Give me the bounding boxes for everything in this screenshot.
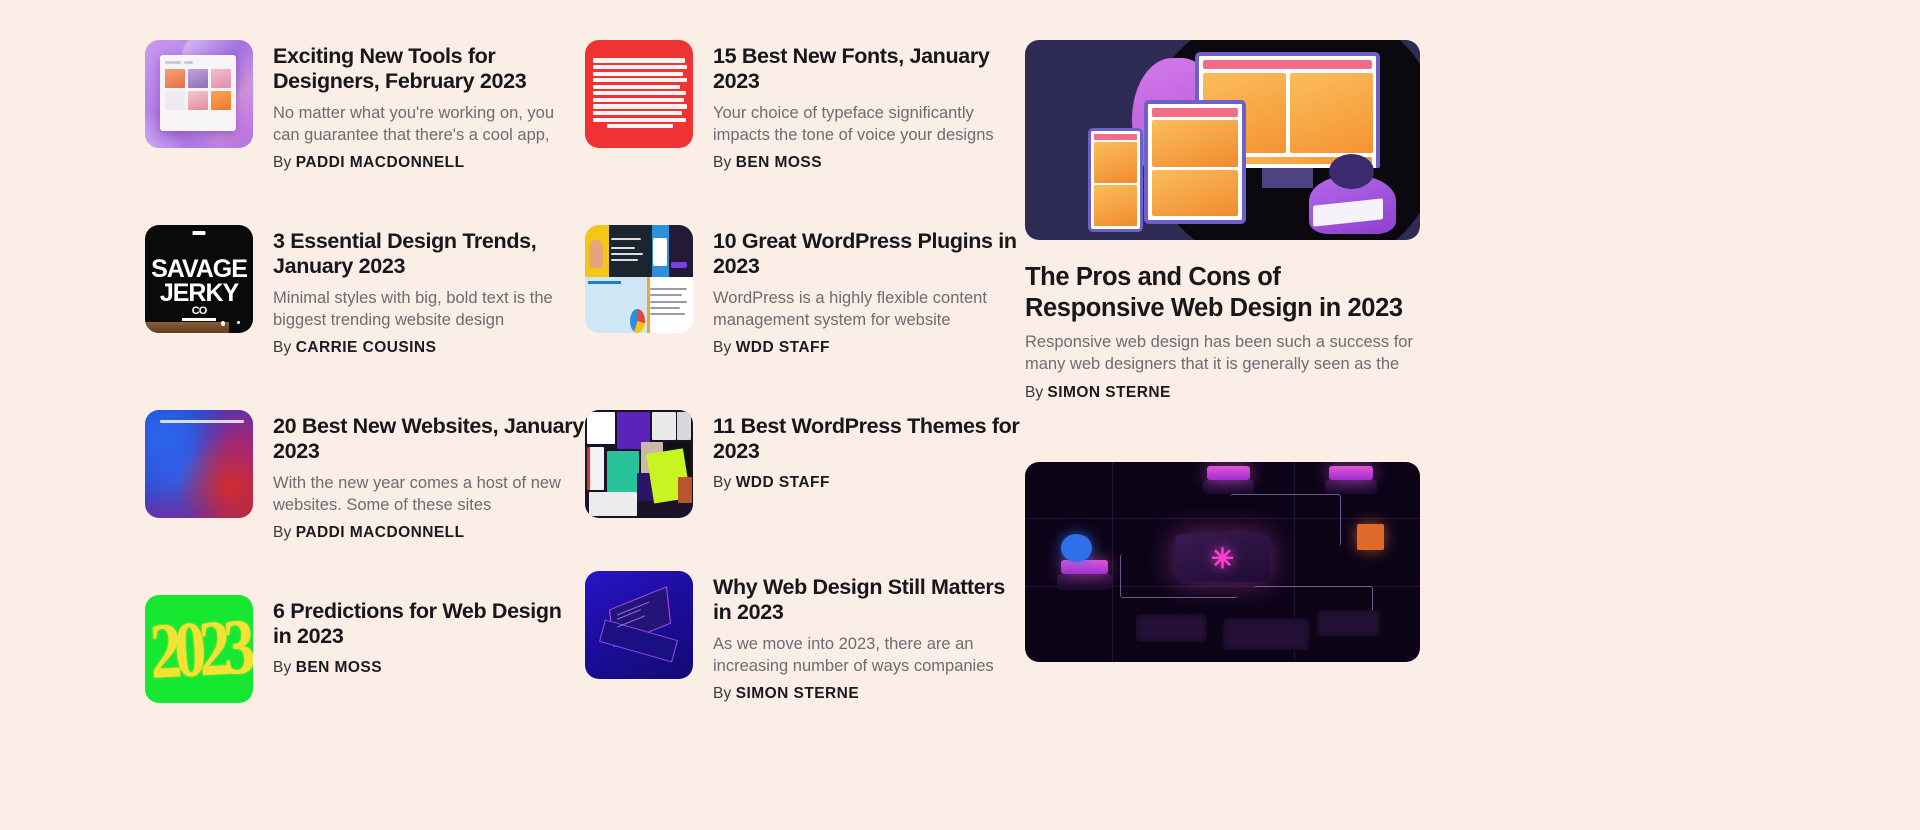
wordpress-themes-collage-thumbnail[interactable] <box>585 409 693 518</box>
network-nodes-illustration[interactable]: ✳ <box>1025 462 1420 663</box>
column-left: Exciting New Tools for Designers, Februa… <box>145 40 585 703</box>
article-title[interactable]: 3 Essential Design Trends, January 2023 <box>273 229 585 280</box>
article-byline: By WDD STAFF <box>713 474 1025 492</box>
article-card[interactable]: 2023 6 Predictions for Web Design in 202… <box>145 594 585 703</box>
feature-card[interactable]: The Pros and Cons of Responsive Web Desi… <box>1025 40 1420 402</box>
isometric-laptop-thumbnail[interactable] <box>585 570 693 679</box>
article-meta: 10 Great WordPress Plugins in 2023 WordP… <box>713 225 1025 357</box>
article-excerpt: WordPress is a highly flexible content m… <box>713 288 987 329</box>
article-card[interactable]: 10 Great WordPress Plugins in 2023 WordP… <box>585 224 1025 357</box>
savage-jerky-black-thumbnail[interactable]: SAVAGE JERKY CO <box>145 224 253 333</box>
byline-prefix: By <box>273 523 292 541</box>
author-name[interactable]: PADDI MACDONNELL <box>296 154 465 171</box>
article-title[interactable]: Why Web Design Still Matters in 2023 <box>713 575 1025 626</box>
thumb-text: 2023 <box>147 601 251 695</box>
article-card[interactable]: Why Web Design Still Matters in 2023 As … <box>585 570 1025 703</box>
article-byline: By PADDI MACDONNELL <box>273 154 585 172</box>
byline-prefix: By <box>713 153 732 171</box>
article-meta: 6 Predictions for Web Design in 2023 By … <box>273 595 585 703</box>
blue-red-smoke-thumbnail[interactable] <box>145 409 253 518</box>
author-name[interactable]: BEN MOSS <box>296 659 382 676</box>
byline-prefix: By <box>273 338 292 356</box>
feature-excerpt: Responsive web design has been such a su… <box>1025 333 1413 374</box>
article-title[interactable]: 10 Great WordPress Plugins in 2023 <box>713 229 1025 280</box>
article-excerpt: No matter what you're working on, you ca… <box>273 103 555 144</box>
feature-card[interactable]: ✳ <box>1025 462 1420 663</box>
article-excerpt: Minimal styles with big, bold text is th… <box>273 288 553 329</box>
article-byline: By CARRIE COUSINS <box>273 339 585 357</box>
purple-design-tools-thumbnail[interactable] <box>145 40 253 148</box>
feature-title[interactable]: The Pros and Cons of Responsive Web Desi… <box>1025 262 1420 323</box>
article-byline: By SIMON STERNE <box>713 685 1025 703</box>
article-meta: 3 Essential Design Trends, January 2023 … <box>273 225 585 357</box>
author-name[interactable]: WDD STAFF <box>736 474 830 491</box>
article-byline: By BEN MOSS <box>273 659 585 677</box>
responsive-devices-illustration[interactable] <box>1025 40 1420 240</box>
article-card[interactable]: SAVAGE JERKY CO 3 Essential Design Trends… <box>145 224 585 357</box>
article-title[interactable]: Exciting New Tools for Designers, Februa… <box>273 44 585 95</box>
article-title[interactable]: 11 Best WordPress Themes for 2023 <box>713 414 1025 465</box>
author-name[interactable]: PADDI MACDONNELL <box>296 524 465 541</box>
byline-prefix: By <box>713 473 732 491</box>
article-card[interactable]: 15 Best New Fonts, January 2023 Your cho… <box>585 40 1025 172</box>
article-meta: 15 Best New Fonts, January 2023 Your cho… <box>713 40 1025 172</box>
byline-prefix: By <box>713 338 732 356</box>
byline-prefix: By <box>1025 384 1044 402</box>
article-byline: By BEN MOSS <box>713 154 1025 172</box>
byline-prefix: By <box>273 153 292 171</box>
article-title[interactable]: 20 Best New Websites, January 2023 <box>273 414 585 465</box>
article-excerpt: With the new year comes a host of new we… <box>273 473 561 514</box>
feature-byline: By SIMON STERNE <box>1025 384 1420 402</box>
column-right: The Pros and Cons of Responsive Web Desi… <box>1025 40 1420 703</box>
author-name[interactable]: BEN MOSS <box>736 154 822 171</box>
article-byline: By WDD STAFF <box>713 339 1025 357</box>
author-name[interactable]: WDD STAFF <box>736 339 830 356</box>
article-grid-page: Exciting New Tools for Designers, Februa… <box>0 0 1920 830</box>
author-name[interactable]: CARRIE COUSINS <box>296 339 437 356</box>
article-meta: Exciting New Tools for Designers, Februa… <box>273 40 585 172</box>
byline-prefix: By <box>273 658 292 676</box>
article-card[interactable]: Exciting New Tools for Designers, Februa… <box>145 40 585 172</box>
red-typography-poster-thumbnail[interactable] <box>585 40 693 148</box>
article-grid: Exciting New Tools for Designers, Februa… <box>145 40 1775 703</box>
article-title[interactable]: 6 Predictions for Web Design in 2023 <box>273 599 585 650</box>
thumb-text-line2: JERKY CO <box>159 279 239 317</box>
byline-prefix: By <box>713 684 732 702</box>
article-title[interactable]: 15 Best New Fonts, January 2023 <box>713 44 1025 95</box>
article-excerpt: Your choice of typeface significantly im… <box>713 103 994 144</box>
article-excerpt: As we move into 2023, there are an incre… <box>713 634 994 675</box>
article-card[interactable]: 20 Best New Websites, January 2023 With … <box>145 409 585 542</box>
article-meta: Why Web Design Still Matters in 2023 As … <box>713 571 1025 703</box>
chip-glyph: ✳ <box>1210 542 1235 574</box>
green-graffiti-2023-thumbnail[interactable]: 2023 <box>145 594 253 703</box>
article-meta: 11 Best WordPress Themes for 2023 By WDD… <box>713 410 1025 518</box>
wordpress-plugins-collage-thumbnail[interactable] <box>585 224 693 333</box>
author-name[interactable]: SIMON STERNE <box>1047 384 1170 401</box>
article-card[interactable]: 11 Best WordPress Themes for 2023 By WDD… <box>585 409 1025 518</box>
article-meta: 20 Best New Websites, January 2023 With … <box>273 410 585 542</box>
author-name[interactable]: SIMON STERNE <box>736 685 859 702</box>
article-byline: By PADDI MACDONNELL <box>273 524 585 542</box>
column-middle: 15 Best New Fonts, January 2023 Your cho… <box>585 40 1025 703</box>
